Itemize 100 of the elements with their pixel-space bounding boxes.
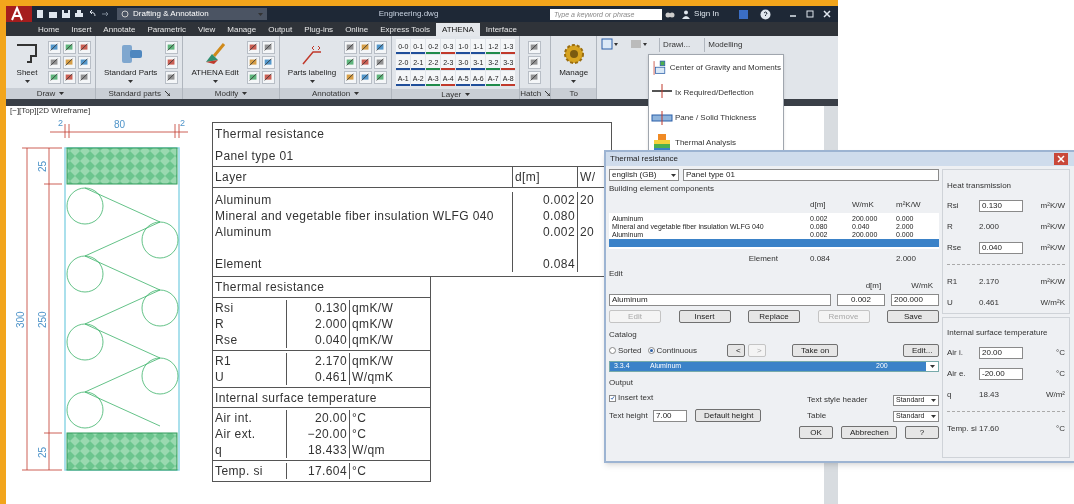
tool-glyph-icon[interactable]: [165, 40, 179, 54]
ribbon-large-button[interactable]: Sheet: [10, 41, 44, 83]
dialog-button[interactable]: Edit...: [903, 344, 939, 357]
input-field[interactable]: Panel type 01: [683, 169, 939, 181]
tool-glyph-icon[interactable]: [246, 55, 260, 69]
ribbon-button[interactable]: Drawi...: [659, 38, 694, 52]
ribbon-tab[interactable]: Interface: [479, 23, 523, 36]
print-icon[interactable]: [74, 9, 84, 19]
ribbon-tab[interactable]: Insert: [65, 23, 98, 36]
tool-glyph-icon[interactable]: [344, 70, 358, 84]
tool-glyph-icon[interactable]: [63, 70, 76, 84]
tool-glyph-icon[interactable]: [344, 40, 358, 54]
tool-glyph-icon[interactable]: [344, 55, 358, 69]
radio-option[interactable]: Sorted: [609, 344, 642, 357]
dialog-button[interactable]: Insert: [678, 310, 731, 323]
input-field[interactable]: 0.040: [979, 241, 1023, 254]
sheet-outline-icon[interactable]: [14, 41, 40, 66]
tool-glyph-icon[interactable]: [48, 70, 61, 84]
split-tool-icon[interactable]: [601, 38, 620, 50]
panel-label[interactable]: Layer: [441, 88, 462, 101]
tool-glyph-icon[interactable]: [528, 70, 542, 84]
tool-glyph-icon[interactable]: [359, 70, 373, 84]
app-logo-icon[interactable]: [6, 6, 32, 22]
tool-glyph-icon[interactable]: [528, 55, 542, 69]
radio-option[interactable]: Continuous: [647, 344, 698, 357]
workspace-dropdown[interactable]: Drafting & Annotation: [117, 8, 267, 20]
tool-glyph-icon[interactable]: [374, 40, 388, 54]
ribbon-tab[interactable]: Annotate: [97, 23, 142, 36]
caret-icon[interactable]: [242, 92, 248, 95]
tool-glyph-icon[interactable]: [261, 40, 275, 54]
tool-glyph-icon[interactable]: [528, 40, 542, 54]
close-icon[interactable]: [820, 9, 834, 19]
tool-glyph-icon[interactable]: [48, 55, 61, 69]
ribbon-large-button[interactable]: Standard Parts: [100, 41, 162, 83]
dialog-button[interactable]: OK: [799, 426, 833, 439]
ribbon-button[interactable]: Modelling: [704, 38, 746, 52]
caret-icon[interactable]: [465, 93, 471, 96]
redo-icon[interactable]: [100, 9, 110, 19]
ribbon-large-button[interactable]: ATHENA Edit: [187, 41, 243, 83]
dialog-button[interactable]: Replace: [748, 310, 800, 323]
tool-glyph-icon[interactable]: [165, 55, 179, 69]
input-field[interactable]: 0.130: [979, 199, 1023, 212]
ribbon-tab[interactable]: Plug-ins: [298, 23, 340, 36]
ribbon-large-button[interactable]: Parts labeling: [283, 41, 341, 83]
undo-icon[interactable]: [87, 9, 97, 19]
input-field[interactable]: -20.00: [979, 367, 1023, 380]
input-field[interactable]: 7.00: [653, 409, 687, 422]
caret-icon[interactable]: [59, 92, 65, 95]
tool-glyph-icon[interactable]: [78, 40, 91, 54]
ribbon-tab[interactable]: Home: [32, 23, 66, 36]
input-field[interactable]: 200.000: [891, 294, 939, 306]
input-field[interactable]: 0.002: [837, 294, 885, 306]
ribbon-tab[interactable]: Parametric: [141, 23, 193, 36]
ribbon-tab[interactable]: Output: [262, 23, 299, 36]
sign-in-button[interactable]: Sign In: [678, 8, 723, 20]
table-cell-text: Air ext.: [215, 426, 257, 442]
folder-icon[interactable]: [48, 9, 58, 19]
tool-glyph-icon[interactable]: [246, 70, 260, 84]
input-field[interactable]: 20.00: [979, 346, 1023, 359]
save-icon[interactable]: [61, 9, 71, 19]
input-field[interactable]: Aluminum: [609, 294, 831, 306]
menu-item[interactable]: Pane / Solid Thickness: [649, 105, 783, 130]
tool-glyph-icon[interactable]: [374, 55, 388, 69]
tool-glyph-icon[interactable]: [63, 40, 76, 54]
ribbon-large-button[interactable]: Manage: [555, 41, 593, 83]
help-icon[interactable]: [760, 8, 771, 20]
tool-glyph-icon[interactable]: [165, 70, 179, 84]
ribbon-tab[interactable]: Online: [339, 23, 375, 36]
dialog-button[interactable]: Take on: [792, 344, 839, 357]
ribbon-tab[interactable]: Express Tools: [374, 23, 436, 36]
dialog-launcher-icon[interactable]: [164, 91, 170, 96]
dialog-button[interactable]: Default height: [695, 409, 761, 422]
menu-item[interactable]: Ix Required/Deflection: [649, 80, 783, 105]
tool-glyph-icon[interactable]: [359, 40, 373, 54]
insert-text-checkbox[interactable]: Insert text: [609, 392, 761, 404]
document-icon[interactable]: [35, 9, 45, 19]
split-tool-icon[interactable]: [630, 38, 649, 50]
tool-glyph-icon[interactable]: [246, 40, 260, 54]
tool-glyph-icon[interactable]: [261, 55, 275, 69]
tool-glyph-icon[interactable]: [78, 70, 91, 84]
dialog-button[interactable]: Save: [887, 310, 939, 323]
tool-glyph-icon[interactable]: [374, 70, 388, 84]
tool-glyph-icon[interactable]: [63, 55, 76, 69]
tool-glyph-icon[interactable]: [48, 40, 61, 54]
dialog-button[interactable]: Abbrechen: [841, 426, 897, 439]
dialog-button[interactable]: <: [727, 344, 746, 357]
caret-icon[interactable]: [354, 92, 360, 95]
ribbon-tab[interactable]: ATHENA: [435, 23, 480, 36]
ribbon-tab[interactable]: View: [192, 23, 222, 36]
tool-glyph-icon[interactable]: [78, 55, 91, 69]
maximize-icon[interactable]: [803, 9, 817, 19]
dialog-launcher-icon[interactable]: [545, 91, 551, 96]
ribbon-tab[interactable]: Manage: [221, 23, 263, 36]
tool-glyph-icon[interactable]: [359, 55, 373, 69]
tool-glyph-icon[interactable]: [261, 70, 275, 84]
language-dropdown[interactable]: english (GB): [609, 169, 679, 181]
gear-icon[interactable]: [121, 10, 129, 18]
viewport-label[interactable]: [−][Top][2D Wireframe]: [6, 105, 91, 117]
menu-item[interactable]: Center of Gravity and Moments: [649, 55, 783, 80]
dialog-button[interactable]: ?: [905, 426, 939, 439]
